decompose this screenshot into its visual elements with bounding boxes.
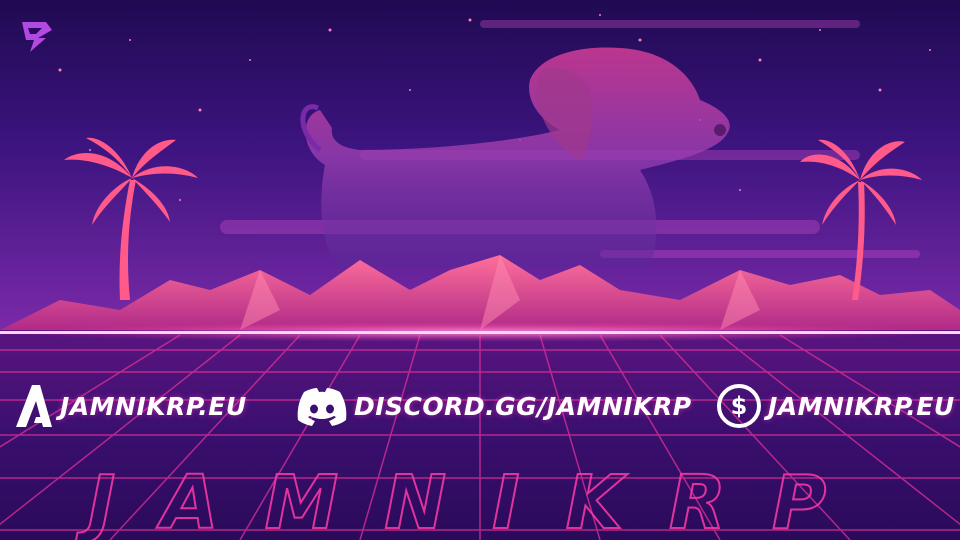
horizon-line <box>0 331 960 334</box>
svg-text:$: $ <box>731 392 748 420</box>
synthwave-background <box>0 0 960 540</box>
discord-link[interactable]: DISCORD.GG/JAMNIKRP <box>296 378 692 434</box>
website-link[interactable]: JAMNIKRP.EU <box>12 378 247 434</box>
social-links: JAMNIKRP.EU DISCORD.GG/JAMNIKRP $ JAMNIK… <box>0 378 960 434</box>
website-link-text: JAMNIKRP.EU <box>60 391 247 421</box>
store-link-text: JAMNIKRP.EU <box>768 391 955 421</box>
discord-link-text: DISCORD.GG/JAMNIKRP <box>354 391 692 421</box>
stream-banner: JAMNIKRP.EU DISCORD.GG/JAMNIKRP $ JAMNIK… <box>0 0 960 540</box>
dollar-coin-icon: $ <box>717 384 761 428</box>
jamnikrp-wordmark: JAMNIKRP <box>74 468 872 540</box>
jamnik-a-logo-icon <box>16 385 52 427</box>
streamer-logo-icon <box>22 22 52 52</box>
wordmark-text: JAMNIKRP <box>75 468 872 540</box>
store-link[interactable]: $ JAMNIKRP.EU <box>716 378 955 434</box>
discord-icon <box>297 388 347 426</box>
